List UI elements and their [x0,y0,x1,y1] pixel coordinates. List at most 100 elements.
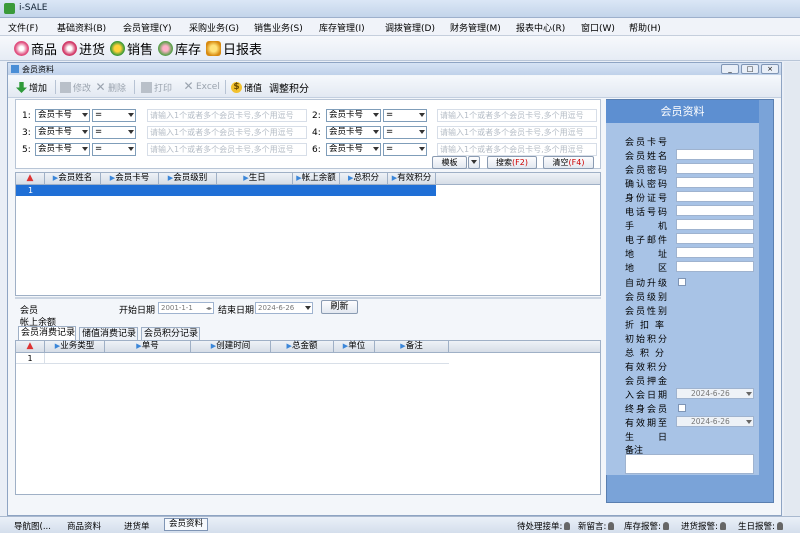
filter-operator-select[interactable]: = [383,109,427,122]
menu-purchase[interactable]: 采购业务(G) [189,21,239,34]
field-label: 自动升级 [625,279,670,289]
region-input[interactable] [676,261,754,272]
table-row[interactable]: 1 [16,353,449,364]
quick-sales-button[interactable]: 销售 [110,40,153,58]
phone-input[interactable] [676,205,754,216]
close-button[interactable]: × [761,64,779,74]
column-header[interactable]: ▶会员姓名 [45,173,101,185]
column-header[interactable]: ▶会员级别 [159,173,217,185]
edit-icon [60,82,71,93]
purchase-icon [62,41,77,56]
filter-operator-select[interactable]: = [383,126,427,139]
table-row[interactable]: 1 [16,185,436,196]
field-label: 会员押金 [625,377,670,387]
quick-daily-report-button[interactable]: 日报表 [206,40,262,58]
filter-operator-select[interactable]: = [92,143,136,156]
topup-button[interactable]: $ 储值 [231,81,262,94]
lifetime-member-checkbox[interactable] [678,404,686,412]
join-date-input[interactable]: 2024-6-26 [676,388,754,399]
filter-field-select[interactable]: 会员卡号 [35,109,90,122]
template-button[interactable]: 模板 [432,156,467,169]
start-date-input[interactable]: 2001-1-1 ◂▸ [158,302,214,314]
filter-value-input[interactable]: 请输入1个或者多个会员卡号,多个用逗号 [147,143,307,156]
menu-inventory[interactable]: 库存管理(I) [319,21,365,34]
menu-transfer[interactable]: 调拨管理(D) [385,21,435,34]
taskbar-tab-products[interactable]: 商品资料 [67,520,101,532]
filter-field-select[interactable]: 会员卡号 [326,126,381,139]
menu-sales[interactable]: 销售业务(S) [254,21,303,34]
filter-value-input[interactable]: 请输入1个或者多个会员卡号,多个用逗号 [147,126,307,139]
taskbar-tab-purchase[interactable]: 进货单 [124,520,150,532]
id-number-input[interactable] [676,191,754,202]
splitter[interactable] [15,297,601,299]
column-header[interactable]: ▶帐上余额 [293,173,340,185]
menu-help[interactable]: 帮助(H) [629,21,661,34]
adjust-points-button[interactable]: 调整积分 [269,80,309,95]
tab-points-records[interactable]: 会员积分记录 [141,327,200,340]
column-header[interactable]: ▶有效积分 [388,173,436,185]
address-input[interactable] [676,247,754,258]
refresh-button[interactable]: 刷新 [321,300,358,314]
taskbar-tab-navigation[interactable]: 导航图(... [14,520,51,532]
filter-field-select[interactable]: 会员卡号 [35,126,90,139]
column-header[interactable]: ▶生日 [217,173,293,185]
print-button[interactable]: 打印 [141,81,172,94]
add-button[interactable]: 增加 [16,81,47,94]
taskbar-tab-members[interactable]: 会员资料 [164,518,209,531]
confirm-password-input[interactable] [676,177,754,188]
column-header[interactable]: ▶单位 [334,341,375,353]
excel-button[interactable]: ✕ Excel [183,80,219,92]
toolbar-separator [55,80,56,94]
filter-value-input[interactable]: 请输入1个或者多个会员卡号,多个用逗号 [147,109,307,122]
clear-button[interactable]: 清空(F4) [543,156,594,169]
member-name-input[interactable] [676,149,754,160]
chevron-down-icon [746,420,752,424]
chevron-down-icon [746,392,752,396]
window-icon [11,65,19,73]
column-header[interactable]: ▶备注 [375,341,449,353]
filter-value-input[interactable]: 请输入1个或者多个会员卡号,多个用逗号 [437,109,597,122]
tab-stored-value-records[interactable]: 储值消费记录 [79,327,138,340]
tab-consumption-records[interactable]: 会员消费记录 [18,326,76,340]
member-window-title: 会员资料 [22,65,54,74]
purchase-alert-indicator: 进货报警: [681,520,726,532]
column-header[interactable]: ▶单号 [105,341,191,353]
filter-value-input[interactable]: 请输入1个或者多个会员卡号,多个用逗号 [437,143,597,156]
edit-button[interactable]: 修改 [60,81,91,94]
column-header[interactable]: ▶总金额 [271,341,334,353]
restore-button[interactable]: □ [741,64,759,74]
end-date-input[interactable]: 2024-6-26 [255,302,313,314]
filter-value-input[interactable]: 请输入1个或者多个会员卡号,多个用逗号 [437,126,597,139]
filter-field-select[interactable]: 会员卡号 [326,143,381,156]
remark-textarea[interactable] [625,454,754,474]
column-header[interactable]: ▶会员卡号 [101,173,159,185]
quick-products-button[interactable]: 商品 [14,40,57,58]
filter-field-select[interactable]: 会员卡号 [35,143,90,156]
column-header[interactable]: ▶业务类型 [45,341,105,353]
menu-finance[interactable]: 财务管理(M) [450,21,501,34]
column-header[interactable]: ▶创建时间 [191,341,271,353]
member-password-input[interactable] [676,163,754,174]
column-header[interactable]: ▶总积分 [340,173,388,185]
history-grid: ▲ ▶业务类型 ▶单号 ▶创建时间 ▶总金额 ▶单位 ▶备注 1 [15,340,601,495]
email-input[interactable] [676,233,754,244]
mobile-input[interactable] [676,219,754,230]
minimize-button[interactable]: _ [721,64,739,74]
auto-upgrade-checkbox[interactable] [678,278,686,286]
quick-purchase-button[interactable]: 进货 [62,40,105,58]
filter-row-number: 5: [22,145,31,155]
menu-member-mgmt[interactable]: 会员管理(Y) [123,21,172,34]
delete-button[interactable]: ✕ 删除 [95,81,126,94]
menu-file[interactable]: 文件(F) [8,21,38,34]
filter-operator-select[interactable]: = [92,126,136,139]
filter-operator-select[interactable]: = [92,109,136,122]
template-dropdown-button[interactable] [468,156,480,169]
quick-inventory-button[interactable]: 库存 [158,40,201,58]
filter-field-select[interactable]: 会员卡号 [326,109,381,122]
menu-window[interactable]: 窗口(W) [581,21,615,34]
expiry-date-input[interactable]: 2024-6-26 [676,416,754,427]
menu-basic-data[interactable]: 基础资料(B) [57,21,106,34]
menu-reports[interactable]: 报表中心(R) [516,21,565,34]
search-button[interactable]: 搜索(F2) [487,156,537,169]
filter-operator-select[interactable]: = [383,143,427,156]
